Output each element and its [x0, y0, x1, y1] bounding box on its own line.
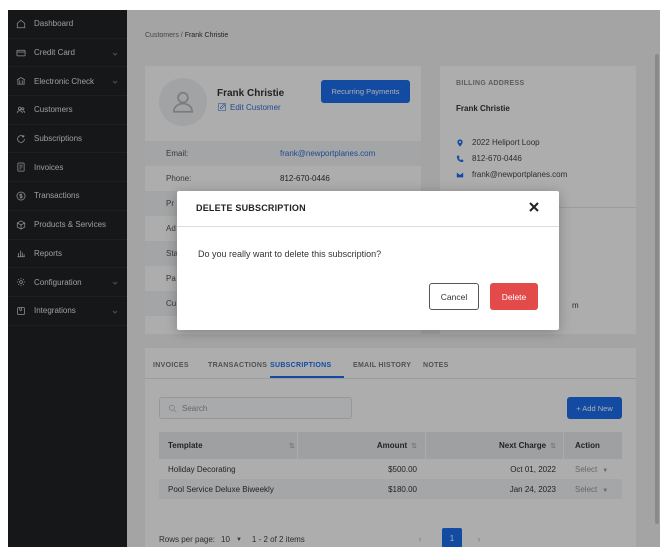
scrollbar-thumb[interactable] — [655, 54, 659, 524]
dialog-message: Do you really want to delete this subscr… — [198, 249, 382, 259]
cancel-button[interactable]: Cancel — [429, 283, 479, 310]
app-window: Dashboard Credit Card Electronic Check Cust… — [8, 10, 660, 547]
dialog-title: DELETE SUBSCRIPTION — [196, 203, 306, 213]
close-button[interactable] — [527, 200, 541, 214]
delete-button[interactable]: Delete — [490, 283, 538, 310]
delete-subscription-dialog: DELETE SUBSCRIPTION Do you really want t… — [177, 191, 559, 330]
dialog-divider — [177, 226, 559, 227]
close-icon — [529, 202, 539, 212]
